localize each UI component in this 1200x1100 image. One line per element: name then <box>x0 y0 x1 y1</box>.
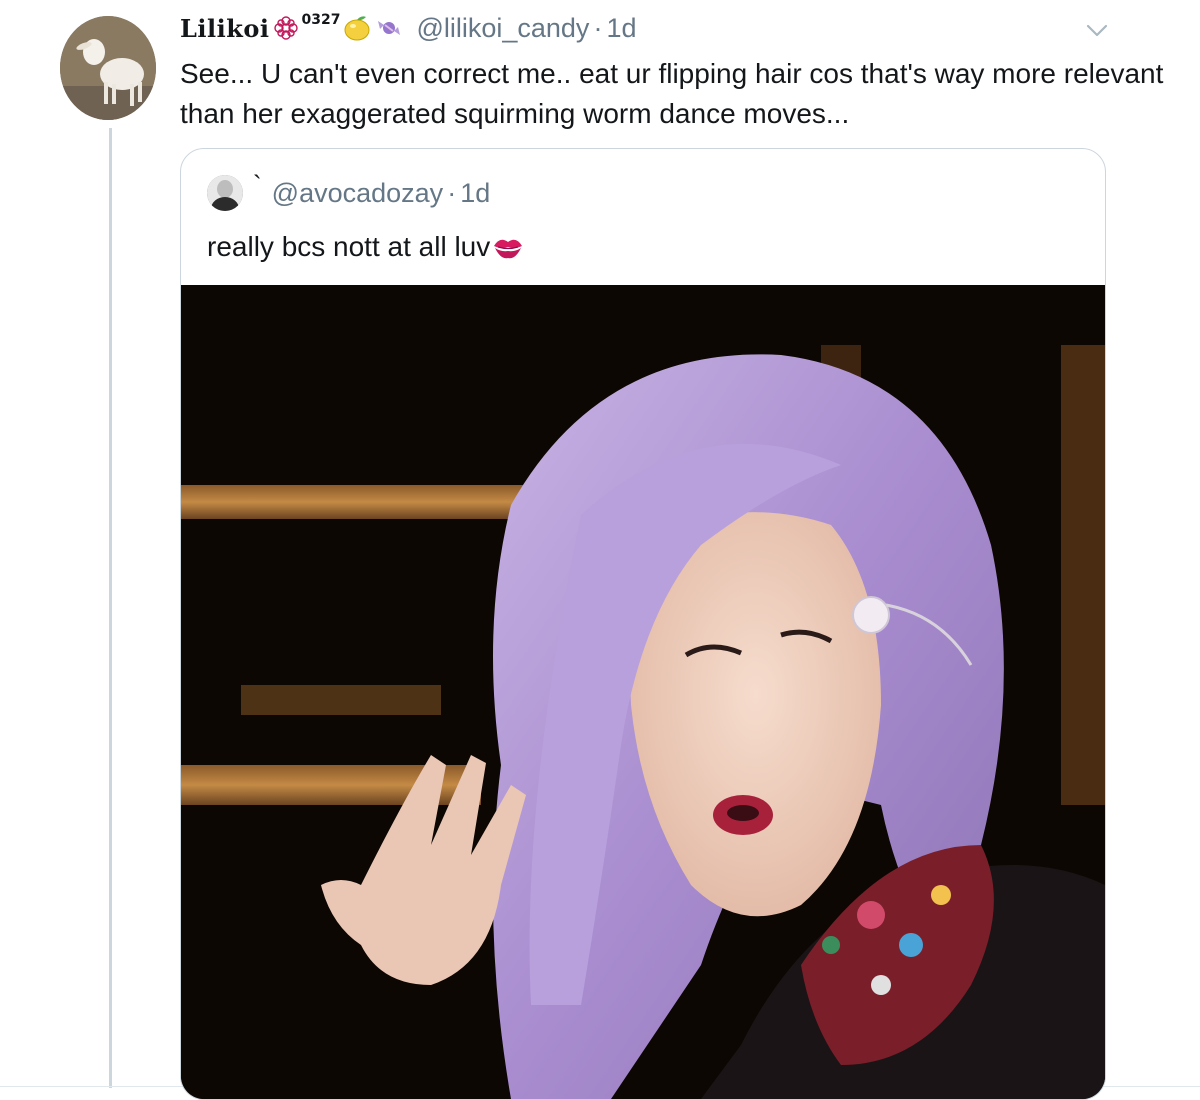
separator-dot: · <box>447 177 457 208</box>
chevron-down-icon[interactable] <box>1086 24 1108 38</box>
quoted-user-handle[interactable]: @avocadozay <box>272 178 444 209</box>
user-handle[interactable]: @lilikoi_candy <box>416 13 589 44</box>
thread-line <box>109 128 112 1088</box>
flower-badge-icon <box>273 15 299 41</box>
goat-avatar[interactable] <box>60 16 156 120</box>
quoted-tweet-header: ` @avocadozay · 1d <box>207 170 491 213</box>
timestamp[interactable]: 1d <box>606 13 636 44</box>
quoted-tweet-card[interactable]: ` @avocadozay · 1d really bcs nott at al… <box>180 148 1106 1100</box>
performer-photo[interactable] <box>181 285 1105 1099</box>
user-avatar <box>207 175 243 211</box>
separator-dot: · <box>593 12 603 43</box>
candy-emoji <box>374 13 404 43</box>
tweet-header: Lilikoi 0327 @lilikoi_candy · 1d <box>180 6 636 50</box>
quoted-display-name[interactable]: ` <box>253 170 262 201</box>
quoted-text: really bcs nott at all luv <box>207 231 491 262</box>
quoted-tweet-text: really bcs nott at all luv <box>207 227 524 267</box>
lemon-emoji <box>342 13 372 43</box>
quoted-timestamp: 1d <box>460 177 491 208</box>
name-number: 0327 <box>301 12 341 28</box>
kiss-mark-emoji <box>492 233 524 261</box>
display-name[interactable]: Lilikoi <box>180 14 269 43</box>
tweet-text: See... U can't even correct me.. eat ur … <box>180 58 1164 129</box>
